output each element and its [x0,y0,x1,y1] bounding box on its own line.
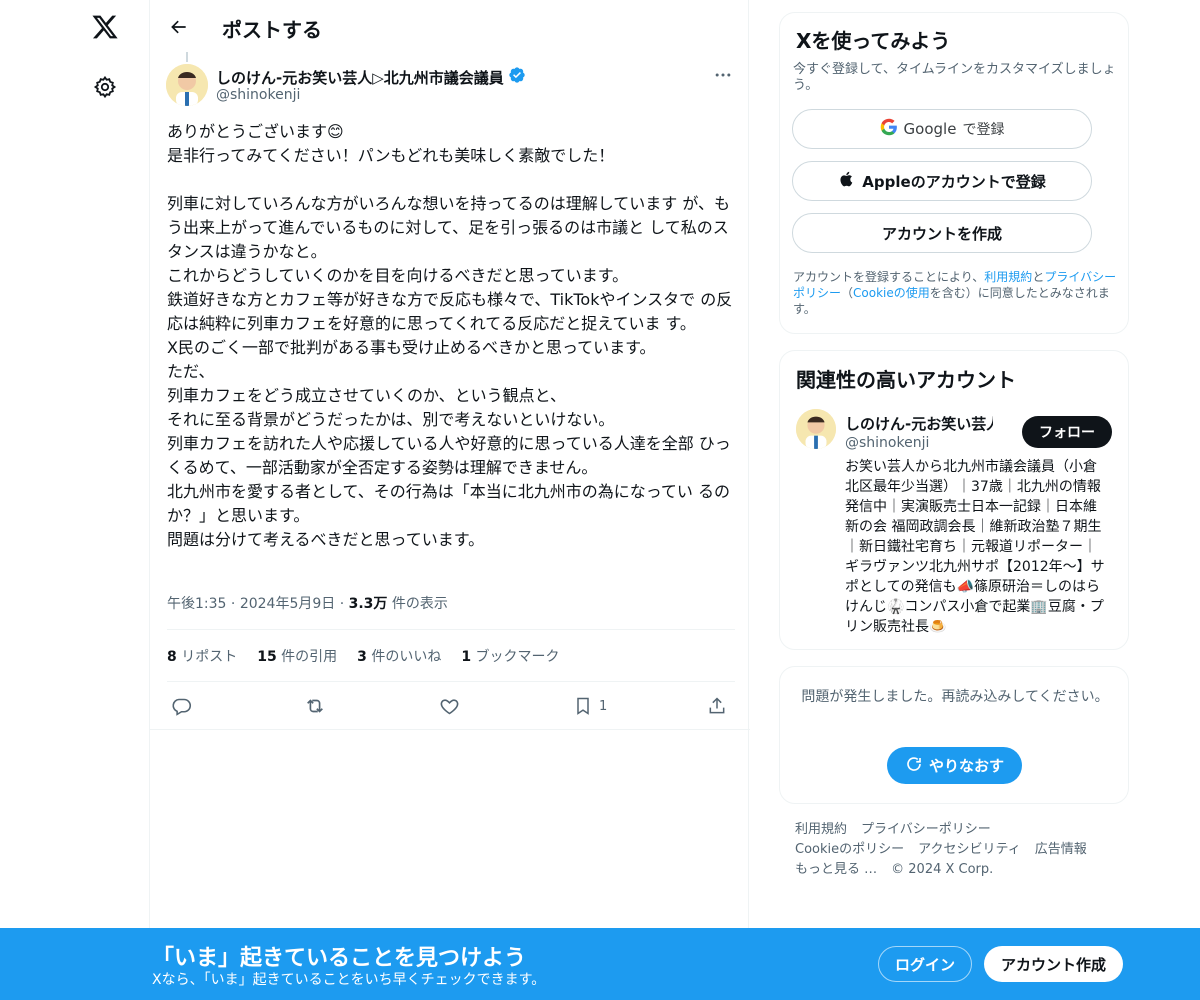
terms-text: と [1032,270,1045,284]
follow-button[interactable]: フォロー [1022,416,1112,448]
meta-separator: · [230,596,236,612]
post-time[interactable]: 午後1:35 [167,596,226,612]
author-handle[interactable]: @shinokenji [216,87,300,103]
divider [167,629,735,630]
related-handle[interactable]: @shinokenji [845,435,929,451]
author-avatar[interactable] [166,64,208,106]
footer-link-privacy[interactable]: プライバシーポリシー [861,822,991,837]
share-icon[interactable] [707,692,727,720]
post-stats: 8 リポスト 15 件の引用 3 件のいいね 1 ブックマーク [167,646,560,666]
verified-badge-icon [508,66,526,88]
footer-link-accessibility[interactable]: アクセシビリティ [918,842,1021,857]
related-title: 関連性の高いアカウント [796,368,1016,392]
bookmark-icon[interactable]: 1 [573,692,607,720]
related-bio: お笑い芸人から北九州市議会議員（小倉北区最年少当選）｜37歳｜北九州の情報発信中… [845,459,1105,635]
related-avatar[interactable] [796,409,836,449]
signup-title: Xを使ってみよう [796,29,951,53]
thread-connector [186,52,188,62]
cookie-link[interactable]: Cookieの使用 [853,286,930,300]
terms-text: （ [841,286,854,300]
stat-likes[interactable]: 3 件のいいね [357,646,441,666]
view-count: 3.3万 [348,596,388,612]
post-text: ありがとうございます😊 是非行ってみてください！パンもどれも美味しく素敵でした！… [167,122,733,549]
retry-label: やりなおす [928,757,1004,775]
banner-subtitle: Xなら、「いま」起きていることをいち早くチェックできます。 [152,972,546,988]
repost-icon[interactable] [304,692,326,720]
create-account-button[interactable]: アカウントを作成 [792,213,1092,253]
reply-icon[interactable] [171,692,192,720]
login-button[interactable]: ログイン [878,946,972,982]
meta-separator: · [339,596,345,612]
bookmark-count: 1 [599,698,608,714]
login-banner: 「いま」起きていることを見つけよう Xなら、「いま」起きていることをいち早くチェ… [0,928,1200,1000]
x-logo-icon[interactable] [88,10,122,44]
view-label: 件の表示 [391,596,448,612]
signup-card: Xを使ってみよう 今すぐ登録して、タイムラインをカスタマイズしましょう。 Goo… [779,12,1129,334]
post-date[interactable]: 2024年5月9日 [240,596,335,612]
stat-quotes[interactable]: 15 件の引用 [257,646,337,666]
stat-bookmarks[interactable]: 1 ブックマーク [461,646,559,666]
google-g-icon [880,118,898,140]
footer-links: 利用規約 プライバシーポリシー Cookieのポリシー アクセシビリティ 広告情報 も… [795,820,1115,880]
refresh-icon [905,755,923,777]
signup-button[interactable]: アカウント作成 [984,946,1123,982]
left-nav [0,0,150,1000]
related-name[interactable]: しのけん-元お笑い芸人 [845,412,993,434]
divider [167,681,735,682]
google-suffix-label: で登録 [962,122,1005,138]
signup-subtitle: 今すぐ登録して、タイムラインをカスタマイズしましょう。 [793,62,1116,93]
footer-link-ads[interactable]: 広告情報 [1035,842,1087,857]
apple-signup-button[interactable]: Appleのアカウントで登録 [792,161,1092,201]
author-name[interactable]: しのけん-元お笑い芸人▷北九州市議会議員 [216,66,526,88]
apple-icon [838,170,856,192]
error-message: 問題が発生しました。再読み込みしてください。 [801,689,1109,705]
gear-icon[interactable] [90,72,120,102]
footer-link-terms[interactable]: 利用規約 [795,822,847,837]
copyright: © 2024 X Corp. [891,862,994,877]
heart-icon[interactable] [439,692,460,720]
terms-link[interactable]: 利用規約 [984,270,1032,284]
signup-terms: アカウントを登録することにより、利用規約とプライバシーポリシー（Cookieの使… [793,269,1118,317]
google-signup-button[interactable]: Google で登録 [792,109,1092,149]
error-card: 問題が発生しました。再読み込みしてください。 やりなおす [779,666,1129,804]
post-actions: 1 [167,692,735,720]
retry-button[interactable]: やりなおす [887,747,1022,784]
page-title: ポストする [222,18,322,42]
apple-signup-label: Appleのアカウントで登録 [862,172,1046,191]
post-meta: 午後1:35 · 2024年5月9日 · 3.3万 件の表示 [167,593,448,613]
back-arrow-icon[interactable] [164,12,194,42]
author-name-text: しのけん-元お笑い芸人▷北九州市議会議員 [216,68,504,87]
footer-link-more[interactable]: もっと見る … [795,862,877,877]
page-header: ポストする [150,0,750,54]
google-brand-label: Google [903,120,957,138]
stat-reposts[interactable]: 8 リポスト [167,646,237,666]
footer-link-cookie[interactable]: Cookieのポリシー [795,842,904,857]
more-options-icon[interactable] [710,64,736,86]
divider [150,729,750,730]
related-accounts-card: 関連性の高いアカウント しのけん-元お笑い芸人 @shinokenji フォロー… [779,350,1129,650]
main-column: ポストする しのけん-元お笑い芸人▷北九州市議会議員 @shinokenji あ… [149,0,750,1000]
terms-text: アカウントを登録することにより、 [793,270,985,284]
banner-title: 「いま」起きていることを見つけよう [152,946,527,971]
create-account-label: アカウントを作成 [881,224,1002,243]
related-name-text: しのけん-元お笑い芸人 [845,414,993,433]
